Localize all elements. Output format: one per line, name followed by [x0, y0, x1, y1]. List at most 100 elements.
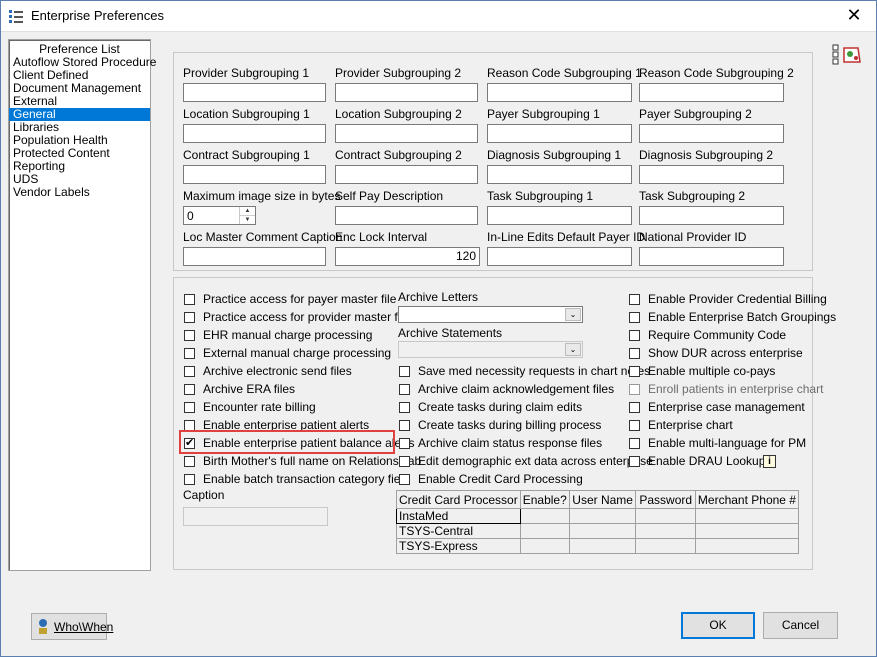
- processor-name-cell[interactable]: TSYS-Central: [396, 523, 521, 539]
- checkbox[interactable]: [184, 294, 195, 305]
- grid-column-header[interactable]: User Name: [568, 490, 637, 509]
- location-subgrouping-2-field[interactable]: [335, 124, 478, 143]
- checkbox[interactable]: [399, 438, 410, 449]
- grid-column-header[interactable]: Credit Card Processor: [396, 490, 521, 509]
- task-subgrouping-1-field[interactable]: [487, 206, 632, 225]
- grid-cell[interactable]: [568, 538, 637, 554]
- checkbox-label[interactable]: Save med necessity requests in chart not…: [418, 364, 650, 378]
- checkbox-label[interactable]: Enable DRAU Lookup: [648, 454, 765, 468]
- checkbox-label[interactable]: Archive electronic send files: [203, 364, 352, 378]
- checkbox-label[interactable]: Enable Credit Card Processing: [418, 472, 583, 486]
- credit-card-processor-grid[interactable]: Credit Card Processor Enable? User Name Pas…: [396, 490, 800, 554]
- checkbox[interactable]: [629, 420, 640, 431]
- checkbox-label[interactable]: Enable batch transaction category field: [203, 472, 410, 486]
- checkbox[interactable]: [184, 330, 195, 341]
- checkbox[interactable]: [629, 312, 640, 323]
- checkbox[interactable]: [629, 384, 640, 395]
- grid-cell[interactable]: [635, 508, 696, 524]
- checkbox[interactable]: [399, 402, 410, 413]
- checkbox-label[interactable]: Encounter rate billing: [203, 400, 316, 414]
- who-when-button[interactable]: Who\When: [31, 613, 113, 640]
- checkbox-label[interactable]: Create tasks during claim edits: [418, 400, 582, 414]
- info-icon[interactable]: i: [763, 455, 776, 468]
- checkbox-label[interactable]: Enable multi-language for PM: [648, 436, 806, 450]
- archive-letters-select[interactable]: ⌄: [398, 306, 583, 323]
- grid-cell[interactable]: [568, 523, 637, 539]
- cancel-button[interactable]: Cancel: [763, 612, 838, 639]
- checkbox-label[interactable]: Archive claim acknowledgement files: [418, 382, 614, 396]
- checkbox-label[interactable]: Birth Mother's full name on Relations Ta…: [203, 454, 421, 468]
- contract-subgrouping-2-field[interactable]: [335, 165, 478, 184]
- checkbox[interactable]: [629, 456, 640, 467]
- provider-subgrouping-2-field[interactable]: [335, 83, 478, 102]
- max-image-size-stepper[interactable]: 0 ▲ ▼: [183, 206, 256, 225]
- grid-cell[interactable]: [519, 508, 570, 524]
- checkbox-label[interactable]: Require Community Code: [648, 328, 786, 342]
- checkbox[interactable]: [184, 312, 195, 323]
- reason-code-subgrouping-2-field[interactable]: [639, 83, 784, 102]
- enc-lock-interval-field[interactable]: 120: [335, 247, 480, 266]
- grid-cell[interactable]: [635, 523, 696, 539]
- checkbox-label[interactable]: External manual charge processing: [203, 346, 391, 360]
- checkbox[interactable]: [184, 402, 195, 413]
- grid-cell[interactable]: [635, 538, 696, 554]
- preference-list-item[interactable]: Vendor Labels: [9, 186, 150, 199]
- checkbox-label[interactable]: Enterprise chart: [648, 418, 733, 432]
- inline-edits-default-payer-id-field[interactable]: [487, 247, 632, 266]
- grid-column-header[interactable]: Enable?: [519, 490, 570, 509]
- location-subgrouping-1-field[interactable]: [183, 124, 326, 143]
- checkbox-label[interactable]: Enable Provider Credential Billing: [648, 292, 827, 306]
- checkbox-label[interactable]: EHR manual charge processing: [203, 328, 372, 342]
- checkbox[interactable]: [184, 474, 195, 485]
- processor-name-cell[interactable]: InstaMed: [396, 508, 521, 524]
- checkbox[interactable]: [184, 348, 195, 359]
- checkbox[interactable]: [399, 366, 410, 377]
- table-row[interactable]: TSYS-Central: [396, 523, 800, 539]
- checkbox[interactable]: [399, 420, 410, 431]
- archive-statements-select[interactable]: ⌄: [398, 341, 583, 358]
- task-subgrouping-2-field[interactable]: [639, 206, 784, 225]
- checkbox-label[interactable]: Archive ERA files: [203, 382, 295, 396]
- grid-cell[interactable]: [519, 523, 570, 539]
- chevron-down-icon[interactable]: ⌄: [565, 308, 581, 321]
- grid-cell[interactable]: [694, 523, 800, 539]
- checkbox[interactable]: [399, 384, 410, 395]
- provider-subgrouping-1-field[interactable]: [183, 83, 326, 102]
- checkbox[interactable]: [629, 366, 640, 377]
- reason-code-subgrouping-1-field[interactable]: [487, 83, 632, 102]
- ok-button[interactable]: OK: [681, 612, 755, 639]
- checkbox-label[interactable]: Practice access for payer master file: [203, 292, 396, 306]
- national-provider-id-field[interactable]: [639, 247, 784, 266]
- checkbox[interactable]: [629, 294, 640, 305]
- checkbox[interactable]: [629, 348, 640, 359]
- checkbox-label[interactable]: Practice access for provider master file: [203, 310, 410, 324]
- payer-subgrouping-2-field[interactable]: [639, 124, 784, 143]
- checkbox-label[interactable]: Archive claim status response files: [418, 436, 602, 450]
- diagnosis-subgrouping-2-field[interactable]: [639, 165, 784, 184]
- checkbox-label[interactable]: Enable Enterprise Batch Groupings: [648, 310, 836, 324]
- checkbox-label[interactable]: Show DUR across enterprise: [648, 346, 803, 360]
- close-icon[interactable]: ✕: [831, 0, 877, 31]
- checkbox[interactable]: [184, 456, 195, 467]
- checkbox-label[interactable]: Enable multiple co-pays: [648, 364, 775, 378]
- grid-cell[interactable]: [694, 538, 800, 554]
- grid-column-header[interactable]: Merchant Phone #: [694, 490, 800, 509]
- checkbox-label[interactable]: Enterprise case management: [648, 400, 805, 414]
- checkbox[interactable]: [184, 384, 195, 395]
- preference-list[interactable]: Preference List Autoflow Stored Procedur…: [8, 39, 156, 571]
- stepper-down-icon[interactable]: ▼: [240, 216, 255, 224]
- stepper-up-icon[interactable]: ▲: [240, 207, 255, 216]
- payer-subgrouping-1-field[interactable]: [487, 124, 632, 143]
- chevron-down-icon[interactable]: ⌄: [565, 343, 581, 356]
- contract-subgrouping-1-field[interactable]: [183, 165, 326, 184]
- table-row[interactable]: InstaMed: [396, 508, 800, 524]
- checkbox[interactable]: [629, 438, 640, 449]
- checkbox[interactable]: [184, 366, 195, 377]
- caption-field[interactable]: [183, 507, 328, 526]
- checkbox-label[interactable]: Enroll patients in enterprise chart: [648, 382, 823, 396]
- help-icon[interactable]: [832, 44, 864, 66]
- grid-cell[interactable]: [694, 508, 800, 524]
- checkbox[interactable]: [399, 474, 410, 485]
- checkbox-label[interactable]: Edit demographic ext data across enterpr…: [418, 454, 653, 468]
- checkbox[interactable]: [399, 456, 410, 467]
